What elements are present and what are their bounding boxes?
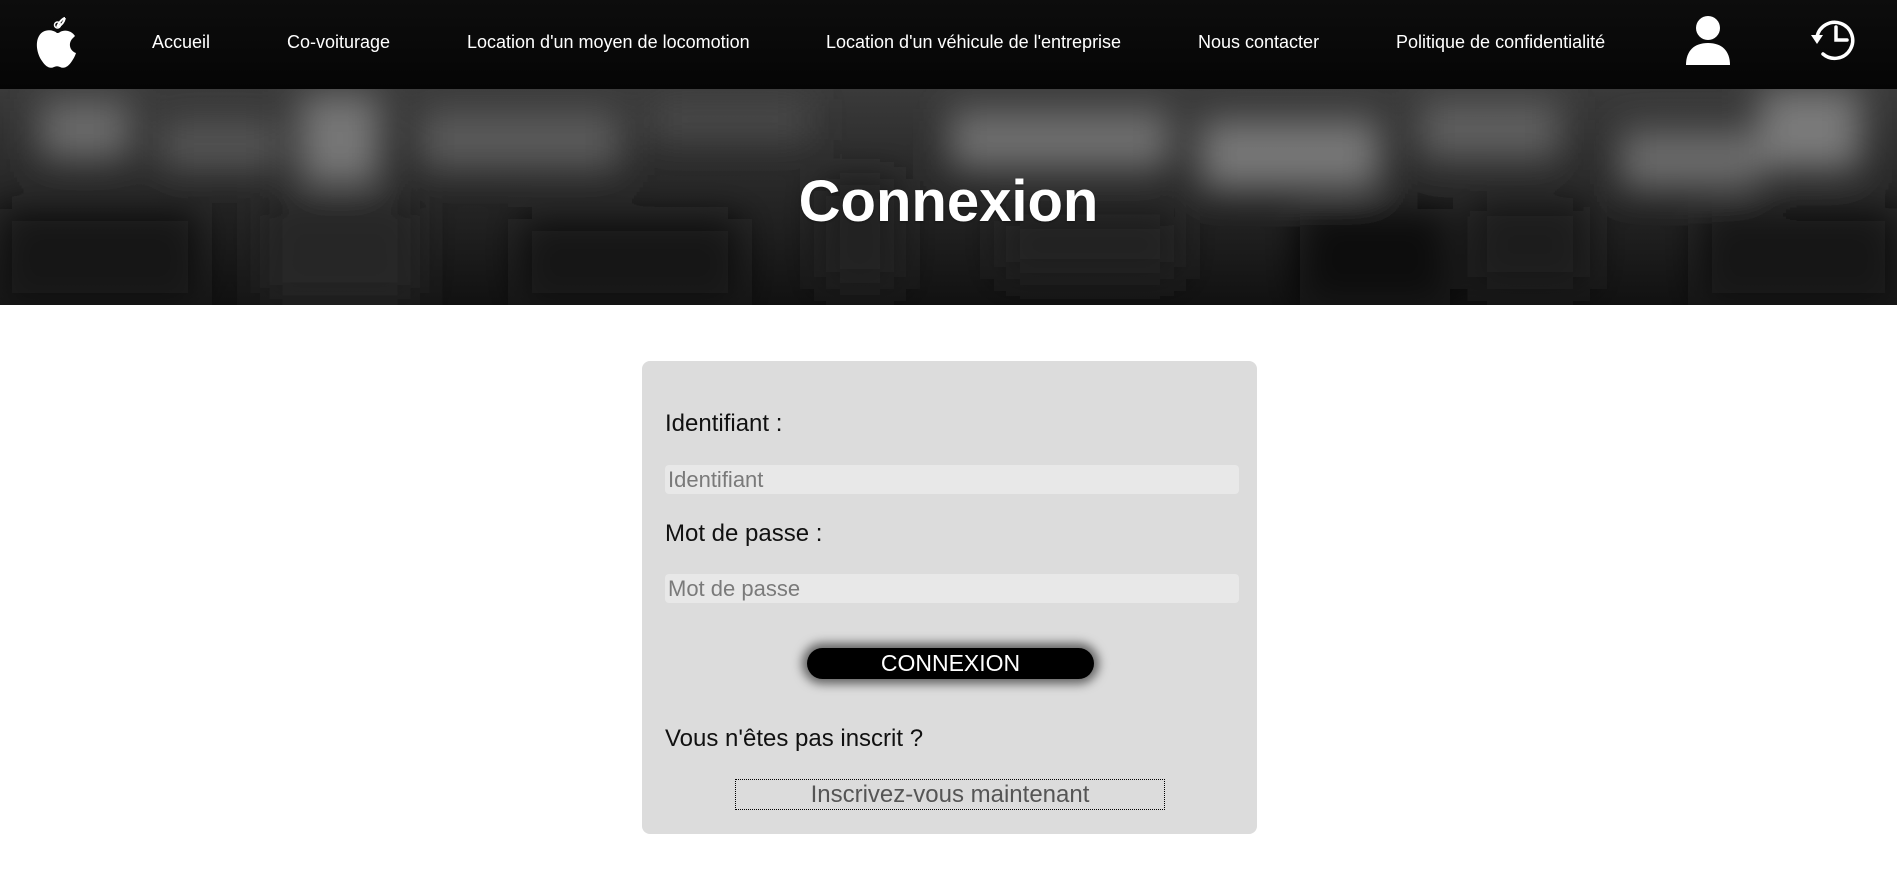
apple-logo-icon[interactable]	[32, 16, 82, 70]
history-clock-icon[interactable]	[1809, 15, 1859, 65]
register-button[interactable]: Inscrivez-vous maintenant	[735, 779, 1165, 810]
nav-link-location-vehicule-entreprise[interactable]: Location d'un véhicule de l'entreprise	[826, 31, 1121, 53]
user-icon[interactable]	[1684, 15, 1732, 65]
page-title: Connexion	[798, 169, 1099, 234]
password-input[interactable]	[665, 574, 1239, 603]
nav-link-accueil[interactable]: Accueil	[152, 31, 210, 53]
nav-link-politique-confidentialite[interactable]: Politique de confidentialité	[1396, 31, 1605, 53]
nav-link-co-voiturage[interactable]: Co-voiturage	[287, 31, 390, 53]
username-label: Identifiant :	[665, 410, 783, 437]
login-submit-button[interactable]: CONNEXION	[807, 648, 1094, 679]
not-registered-text: Vous n'êtes pas inscrit ?	[665, 725, 924, 752]
login-form-card: Identifiant : Mot de passe : CONNEXION V…	[642, 361, 1257, 834]
nav-link-location-moyen-locomotion[interactable]: Location d'un moyen de locomotion	[467, 31, 750, 53]
nav-link-nous-contacter[interactable]: Nous contacter	[1198, 31, 1319, 53]
top-navbar: Accueil Co-voiturage Location d'un moyen…	[0, 0, 1897, 89]
hero-banner: Connexion	[0, 89, 1897, 305]
username-input[interactable]	[665, 465, 1239, 494]
password-label: Mot de passe :	[665, 520, 823, 547]
